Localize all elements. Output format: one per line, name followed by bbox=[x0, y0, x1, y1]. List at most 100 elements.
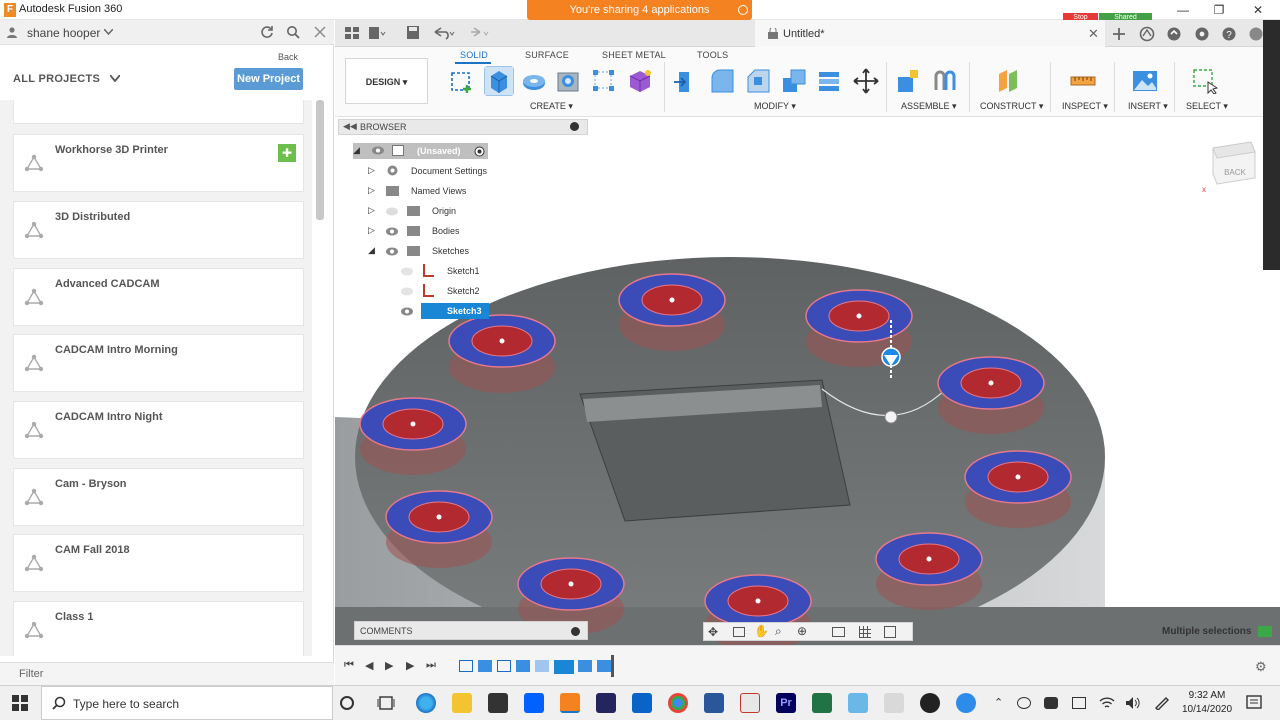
insert-menu[interactable]: INSERT ▾ bbox=[1128, 101, 1168, 112]
3d-viewport[interactable] bbox=[335, 117, 1280, 645]
dropbox-icon[interactable] bbox=[524, 693, 544, 713]
visual-studio-icon[interactable] bbox=[596, 693, 616, 713]
hole-feature[interactable] bbox=[385, 490, 493, 568]
project-item[interactable]: Cam - Bryson bbox=[13, 468, 304, 526]
redo-icon[interactable] bbox=[467, 26, 491, 40]
task-view-icon[interactable] bbox=[377, 695, 395, 711]
chamfer-icon[interactable] bbox=[745, 68, 771, 94]
tree-node-origin[interactable]: Origin bbox=[432, 206, 456, 216]
taskbar-search-box[interactable]: Type here to search bbox=[41, 686, 333, 720]
system-clock[interactable]: 9:32 AM 10/14/2020 bbox=[1177, 689, 1237, 717]
zoom-window-icon[interactable]: ⊕ bbox=[797, 624, 807, 638]
paint-icon[interactable] bbox=[884, 693, 904, 713]
pen-icon[interactable] bbox=[1154, 696, 1170, 710]
viewports-icon[interactable] bbox=[884, 626, 896, 638]
orbit-icon[interactable]: ✥ bbox=[708, 625, 718, 639]
view-cube[interactable]: BACK bbox=[1211, 138, 1257, 186]
cortana-icon[interactable] bbox=[339, 695, 355, 711]
measure-icon[interactable] bbox=[1070, 68, 1096, 94]
profile-icon[interactable] bbox=[1248, 26, 1264, 42]
battery-icon[interactable] bbox=[1072, 697, 1086, 709]
chrome-icon[interactable] bbox=[668, 693, 688, 713]
tray-app-icon[interactable] bbox=[1044, 697, 1058, 709]
snipping-tool-icon[interactable] bbox=[740, 693, 760, 713]
mail-icon[interactable] bbox=[632, 693, 652, 713]
calculator-icon[interactable] bbox=[704, 693, 724, 713]
job-status-icon[interactable] bbox=[1166, 26, 1182, 42]
select-icon[interactable] bbox=[1192, 68, 1218, 94]
tree-node-sketch2[interactable]: Sketch2 bbox=[447, 286, 480, 296]
timeline-sketch-icon[interactable] bbox=[497, 660, 511, 672]
display-settings-icon[interactable] bbox=[832, 627, 845, 637]
offset-plane-icon[interactable] bbox=[996, 68, 1022, 94]
assemble-menu[interactable]: ASSEMBLE ▾ bbox=[901, 101, 957, 112]
tree-node-sketch3[interactable]: Sketch3 bbox=[447, 306, 482, 316]
visibility-eye-icon[interactable] bbox=[386, 227, 398, 236]
tree-node-bodies[interactable]: Bodies bbox=[432, 226, 460, 236]
excel-icon[interactable] bbox=[812, 693, 832, 713]
search-icon[interactable] bbox=[286, 25, 300, 39]
selection-filter-icon[interactable] bbox=[1258, 626, 1272, 637]
project-item[interactable]: CADCAM Intro Morning bbox=[13, 334, 304, 392]
step-back-icon[interactable]: ◀ bbox=[365, 659, 373, 672]
visibility-eye-icon[interactable] bbox=[386, 207, 398, 216]
new-tab-icon[interactable] bbox=[1112, 27, 1126, 41]
comments-panel-header[interactable]: COMMENTS bbox=[354, 621, 588, 640]
show-hidden-icons[interactable]: ⌃ bbox=[994, 696, 1003, 709]
visibility-eye-icon[interactable] bbox=[401, 267, 413, 276]
user-icon[interactable] bbox=[6, 26, 18, 38]
pattern-icon[interactable] bbox=[591, 68, 617, 94]
hole-feature[interactable] bbox=[964, 450, 1072, 528]
zoom-icon[interactable]: ⌕ bbox=[775, 624, 782, 639]
premiere-icon[interactable]: Pr bbox=[776, 693, 796, 713]
tab-solid[interactable]: SOLID bbox=[460, 50, 488, 60]
hole-feature[interactable] bbox=[937, 356, 1045, 434]
combine-icon[interactable] bbox=[817, 68, 843, 94]
user-name[interactable]: shane hooper bbox=[27, 26, 100, 40]
file-menu-icon[interactable] bbox=[368, 26, 386, 40]
store-icon[interactable] bbox=[488, 693, 508, 713]
expand-icon[interactable]: ▷ bbox=[368, 165, 375, 176]
tree-node-sketch1[interactable]: Sketch1 bbox=[447, 266, 480, 276]
maximize-icon[interactable]: ❐ bbox=[1211, 2, 1227, 18]
tab-surface[interactable]: SURFACE bbox=[525, 50, 569, 60]
timeline-extrude-icon[interactable] bbox=[578, 660, 592, 672]
extensions-icon[interactable] bbox=[1139, 26, 1155, 42]
insert-image-icon[interactable] bbox=[1132, 68, 1158, 94]
go-to-start-icon[interactable]: ⏮ bbox=[344, 659, 354, 672]
wifi-icon[interactable] bbox=[1099, 696, 1115, 710]
sketch-point[interactable] bbox=[884, 410, 898, 424]
visibility-eye-icon[interactable] bbox=[401, 287, 413, 296]
volume-icon[interactable] bbox=[1125, 696, 1141, 710]
construct-menu[interactable]: CONSTRUCT ▾ bbox=[980, 101, 1043, 112]
close-panel-icon[interactable] bbox=[314, 26, 326, 38]
timeline-settings-gear-icon[interactable]: ⚙ bbox=[1255, 659, 1267, 675]
extrude-icon[interactable] bbox=[484, 66, 514, 96]
tree-node-document-settings[interactable]: Document Settings bbox=[411, 166, 487, 176]
project-item[interactable]: Advanced CADCAM bbox=[13, 268, 304, 326]
create-form-icon[interactable] bbox=[627, 68, 653, 94]
tab-tools[interactable]: TOOLS bbox=[697, 50, 728, 60]
save-icon[interactable] bbox=[407, 26, 419, 39]
hole-feature[interactable] bbox=[448, 314, 556, 393]
hole-feature[interactable] bbox=[359, 397, 467, 475]
browser-collapse-icon[interactable] bbox=[570, 122, 579, 131]
minimize-icon[interactable]: — bbox=[1175, 2, 1191, 18]
visibility-eye-icon[interactable] bbox=[401, 307, 413, 316]
step-forward-icon[interactable]: ▶ bbox=[406, 659, 414, 672]
collapse-browser-icon[interactable]: ◀◀ bbox=[343, 121, 357, 132]
select-menu[interactable]: SELECT ▾ bbox=[1186, 101, 1228, 112]
hole-feature[interactable] bbox=[875, 532, 983, 610]
list-item[interactable] bbox=[13, 100, 304, 124]
grid-menu-icon[interactable] bbox=[345, 27, 359, 39]
tab-sheet-metal[interactable]: SHEET METAL bbox=[602, 50, 666, 60]
add-comment-icon[interactable] bbox=[571, 627, 580, 636]
shell-icon[interactable] bbox=[781, 68, 807, 94]
expand-icon[interactable]: ▷ bbox=[368, 205, 375, 216]
revolve-icon[interactable] bbox=[521, 68, 547, 94]
notification-center-icon[interactable] bbox=[1246, 695, 1262, 711]
undo-icon[interactable] bbox=[432, 26, 456, 40]
expand-icon[interactable]: ▷ bbox=[368, 185, 375, 196]
tree-node-named-views[interactable]: Named Views bbox=[411, 186, 466, 196]
fillet-icon[interactable] bbox=[709, 68, 735, 94]
